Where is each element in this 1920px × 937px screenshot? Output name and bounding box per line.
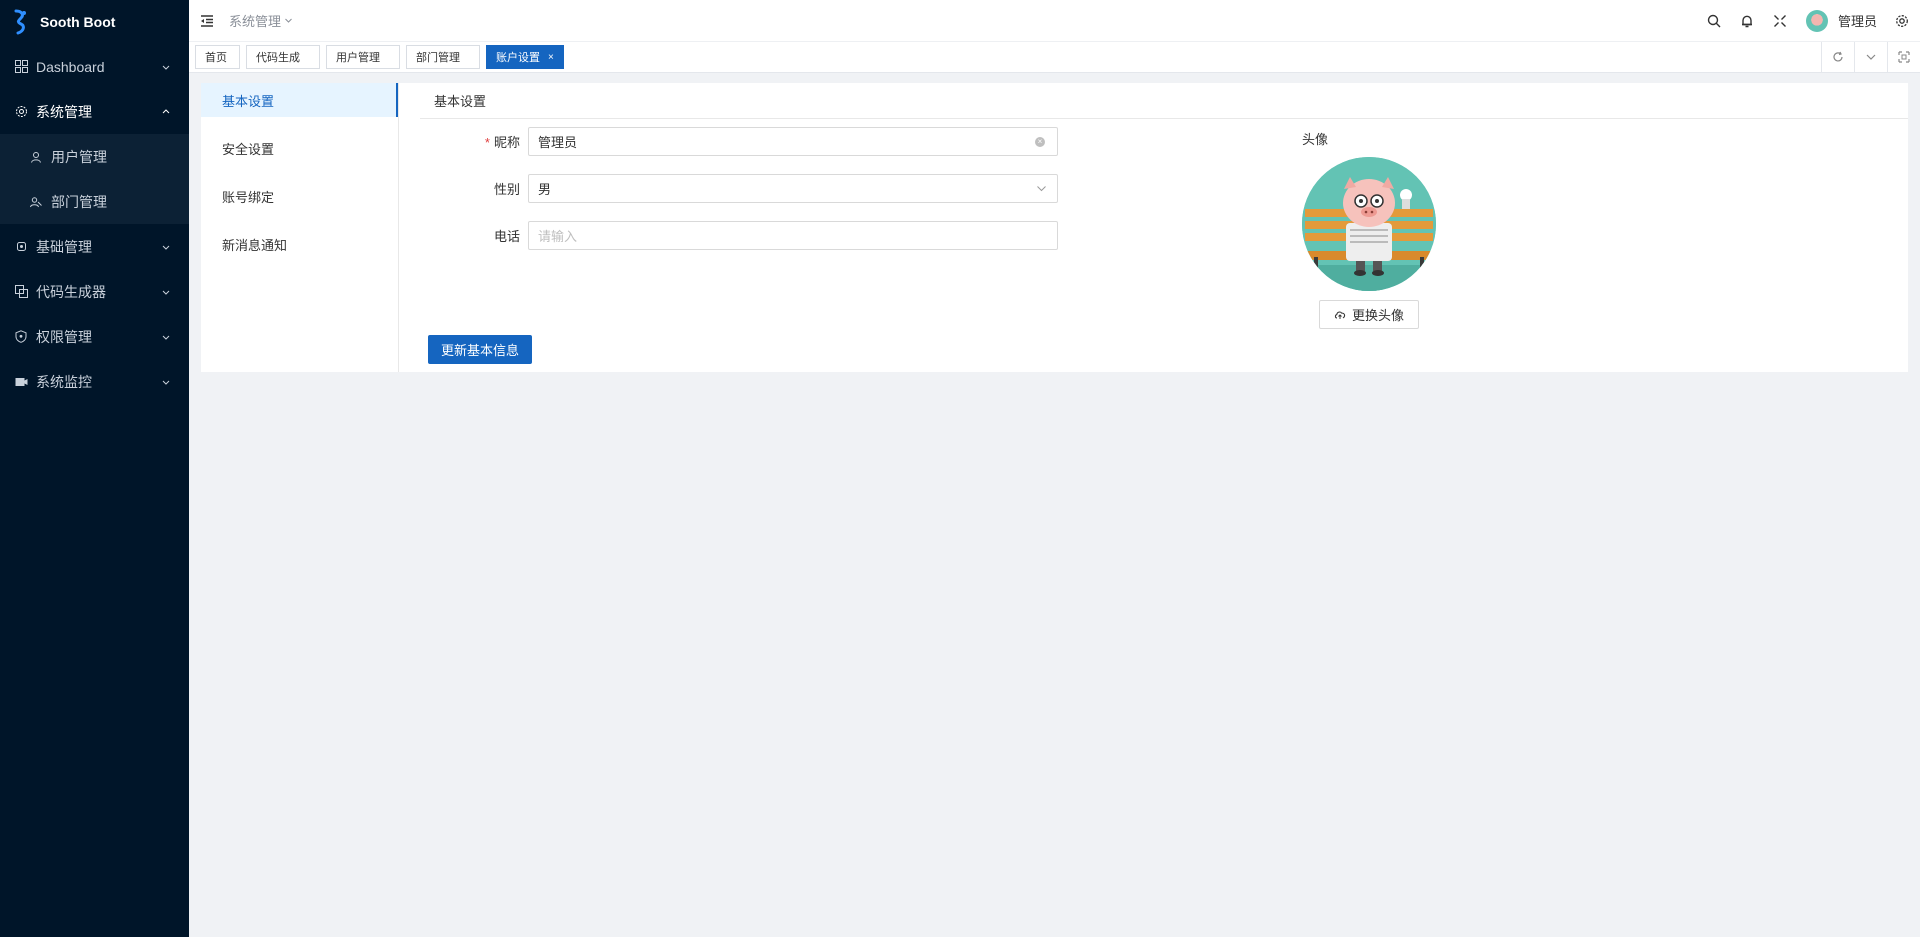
settings-nav: 基本设置 安全设置 账号绑定 新消息通知 [201,83,399,372]
change-avatar-button[interactable]: 更换头像 [1319,300,1419,329]
avatar[interactable] [1805,9,1828,32]
tab-tools [1821,42,1920,72]
breadcrumb-item: 系统管理 [229,14,282,29]
cloud-upload-icon [1334,311,1346,319]
chevron-down-icon [162,380,170,385]
tab-users[interactable]: 用户管理 [326,45,400,69]
top-header: 系统管理 管理员 [189,0,1920,42]
section-title: 基本设置 [420,83,1908,119]
field-label: 昵称 [493,135,520,150]
tab-label: 部门管理 [416,52,460,64]
tab-label: 账户设置 [496,52,540,64]
sidebar-item-label: 基础管理 [36,238,92,255]
nickname-value: 管理员 [538,135,578,150]
settings-nav-notifications[interactable]: 新消息通知 [201,227,398,261]
nickname-field[interactable]: 管理员 × [528,127,1058,156]
tab-codegen[interactable]: 代码生成 [246,45,320,69]
basic-settings-form: * 昵称 管理员 × 性别 男 电话 请输入 [420,127,1270,268]
sidebar-item-label: 系统管理 [36,103,92,120]
expand-icon[interactable] [1887,42,1920,72]
sidebar: Sooth Boot Dashboard 系统管理 用户管理 部门管理 基础管理… [0,0,189,937]
clear-icon[interactable]: × [1035,136,1045,147]
sidebar-item-users[interactable]: 用户管理 [0,134,189,179]
chevron-up-icon [162,108,170,113]
menu-fold-icon[interactable] [199,13,215,29]
sidebar-item-departments[interactable]: 部门管理 [0,179,189,224]
required-mark: * [484,135,490,150]
sidebar-item-basic[interactable]: 基础管理 [0,224,189,269]
tab-label: 代码生成 [256,52,300,64]
sidebar-item-label: 部门管理 [51,193,107,210]
basic-icon [14,240,28,254]
basic-settings-section: 基本设置 * 昵称 管理员 × 性别 男 电话 请输入 更新基本信息 头像 更换… [420,83,1908,372]
monitor-icon [14,375,28,389]
update-basic-info-button[interactable]: 更新基本信息 [428,335,532,364]
avatar-label: 头像 [1302,132,1329,147]
settings-gear-icon[interactable] [1894,13,1910,29]
sidebar-item-permissions[interactable]: 权限管理 [0,314,189,359]
tab-departments[interactable]: 部门管理 [406,45,480,69]
tab-label: 首页 [205,52,227,64]
tabs-bar: 首页 代码生成 用户管理 部门管理 账户设置 × [189,42,1920,73]
app-title: Sooth Boot [40,14,116,30]
logo-icon [14,9,26,35]
shield-icon [14,330,28,344]
sidebar-item-label: 代码生成器 [36,283,106,300]
phone-placeholder: 请输入 [538,229,578,244]
fullscreen-icon[interactable] [1772,13,1788,29]
chevron-down-icon [162,335,170,340]
gender-row: 性别 男 [420,174,1270,203]
chevron-down-icon [285,18,292,23]
sidebar-item-system[interactable]: 系统管理 [0,89,189,134]
account-settings-panel: 基本设置 安全设置 账号绑定 新消息通知 基本设置 * 昵称 管理员 × 性别 男 [201,83,1908,372]
settings-nav-basic[interactable]: 基本设置 [201,83,398,117]
avatar-image [1302,157,1436,291]
nav-label: 账号绑定 [222,189,275,205]
chevron-down-icon [162,245,170,250]
phone-label: 电话 [493,229,520,244]
nickname-label: * 昵称 [420,132,528,151]
sidebar-item-codegen[interactable]: 代码生成器 [0,269,189,314]
sidebar-item-label: 用户管理 [51,148,107,165]
phone-row: 电话 请输入 [420,221,1270,250]
dashboard-icon [14,60,28,74]
sidebar-item-dashboard[interactable]: Dashboard [0,44,189,89]
user-icon [29,150,43,164]
phone-field[interactable]: 请输入 [528,221,1058,250]
chevron-down-icon [1037,186,1046,192]
sidebar-item-label: Dashboard [36,58,105,75]
user-name[interactable]: 管理员 [1838,11,1877,30]
breadcrumb[interactable]: 系统管理 [229,11,293,30]
settings-nav-security[interactable]: 安全设置 [201,131,398,165]
tab-account-settings[interactable]: 账户设置 × [486,45,564,69]
refresh-icon[interactable] [1821,42,1854,72]
settings-nav-binding[interactable]: 账号绑定 [201,179,398,213]
close-icon[interactable]: × [548,52,554,63]
gender-value: 男 [538,182,552,197]
gender-label: 性别 [493,182,520,197]
chevron-down-icon[interactable] [1854,42,1887,72]
sidebar-item-monitor[interactable]: 系统监控 [0,359,189,404]
code-icon [14,285,28,299]
nav-label: 安全设置 [222,141,275,157]
tab-label: 用户管理 [336,52,380,64]
nickname-row: * 昵称 管理员 × [420,127,1270,156]
chevron-down-icon [162,290,170,295]
avatar-block: 头像 更换头像 [1302,129,1462,329]
button-label: 更换头像 [1351,308,1404,323]
sidebar-item-label: 系统监控 [36,373,92,390]
chevron-down-icon [162,65,170,70]
sidebar-submenu-system: 用户管理 部门管理 [0,134,189,224]
nav-label: 基本设置 [222,93,275,109]
department-icon [29,195,43,209]
tab-home[interactable]: 首页 [195,45,240,69]
search-icon[interactable] [1706,13,1722,29]
gender-select[interactable]: 男 [528,174,1058,203]
gear-icon [14,105,28,119]
nav-label: 新消息通知 [222,237,288,253]
bell-icon[interactable] [1739,13,1755,29]
sidebar-item-label: 权限管理 [36,328,92,345]
logo[interactable]: Sooth Boot [0,0,189,44]
